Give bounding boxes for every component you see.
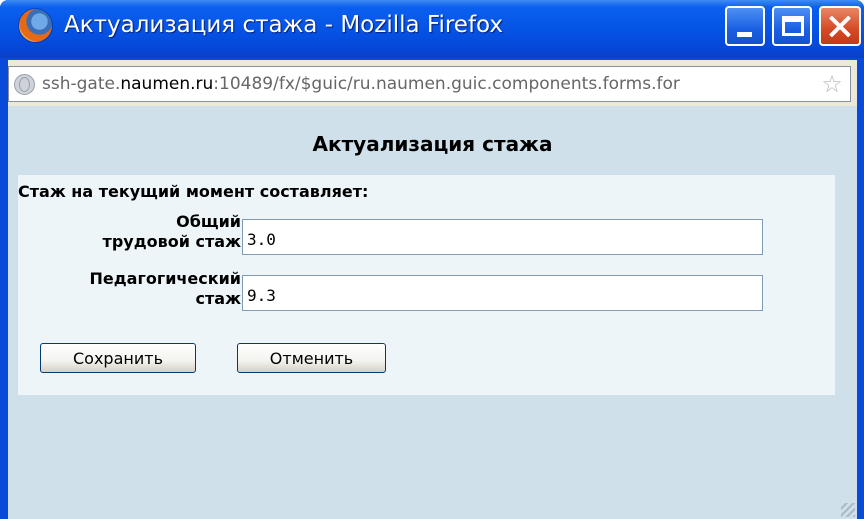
window-title: Актуализация стажа - Mozilla Firefox [64, 12, 504, 38]
url-field[interactable]: ssh-gate.naumen.ru:10489/fx/$guic/ru.nau… [8, 66, 851, 102]
cancel-button[interactable]: Отменить [237, 343, 386, 373]
close-icon [821, 8, 859, 44]
pedagogical-experience-input[interactable] [242, 275, 763, 311]
minimize-icon [737, 32, 752, 37]
globe-icon[interactable] [14, 74, 35, 95]
field-row-total: Общий трудовой стаж [18, 206, 241, 251]
save-button[interactable]: Сохранить [40, 343, 196, 373]
minimize-button[interactable] [725, 6, 765, 46]
url-host: naumen.ru [120, 74, 214, 94]
maximize-icon [782, 16, 804, 36]
firefox-icon[interactable] [19, 9, 52, 42]
title-bar[interactable]: Актуализация стажа - Mozilla Firefox [0, 0, 864, 58]
panel-heading: Стаж на текущий момент составляет: [18, 182, 369, 201]
resize-grip[interactable] [841, 503, 855, 517]
url-rest: :10489/fx/$guic/ru.naumen.guic.component… [213, 74, 680, 94]
form-title: Актуализация стажа [312, 132, 553, 156]
page-content: Актуализация стажа Стаж на текущий момен… [8, 106, 857, 519]
url-prefix: ssh-gate. [42, 74, 121, 94]
total-experience-input[interactable] [242, 219, 763, 255]
star-icon[interactable]: ☆ [819, 71, 845, 97]
field-row-pedagogical: Педагогический стаж [18, 263, 241, 308]
maximize-button[interactable] [772, 6, 812, 46]
close-button[interactable] [819, 6, 861, 46]
firefox-window: Актуализация стажа - Mozilla Firefox ssh… [0, 0, 864, 519]
url-text[interactable]: ssh-gate.naumen.ru:10489/fx/$guic/ru.nau… [42, 67, 812, 101]
pedagogical-experience-label: Педагогический стаж [89, 269, 241, 308]
total-experience-label: Общий трудовой стаж [102, 212, 241, 251]
